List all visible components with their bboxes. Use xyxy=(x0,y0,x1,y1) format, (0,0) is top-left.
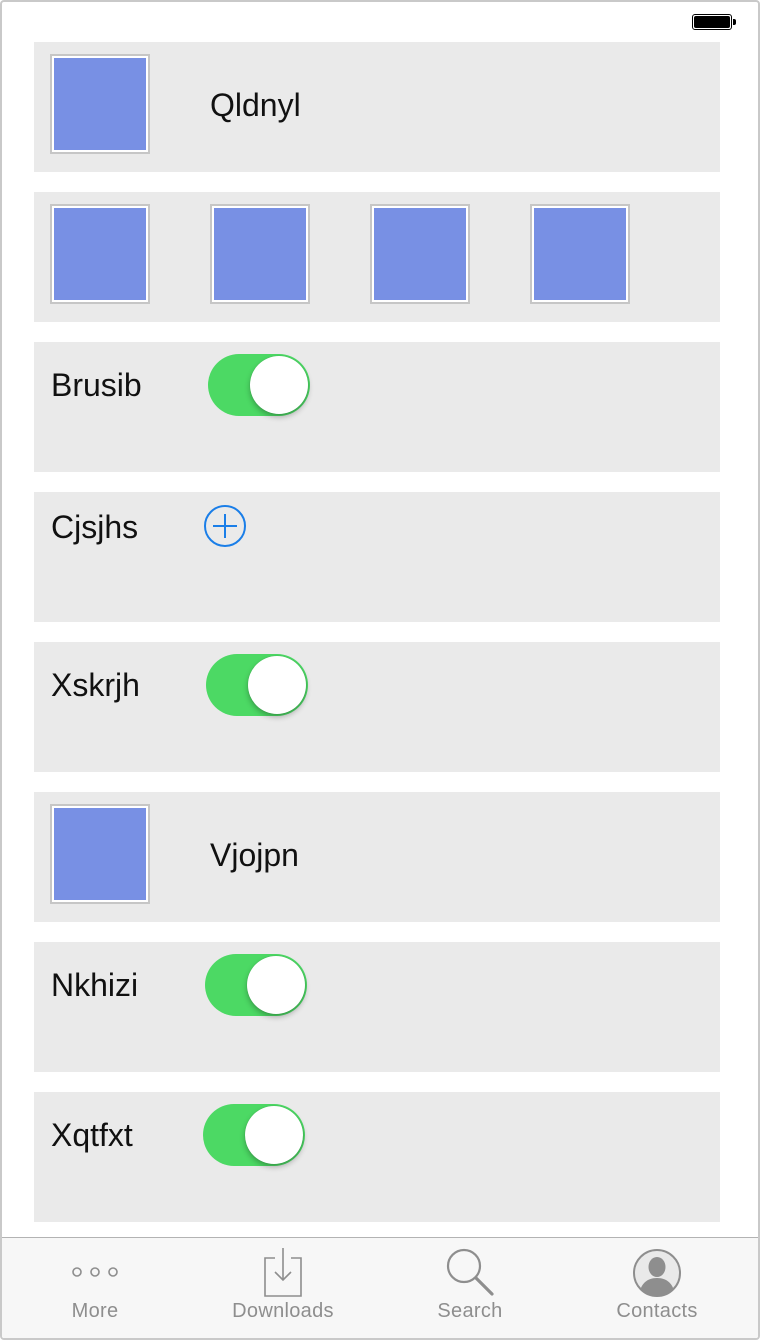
list-item-label: Cjsjhs xyxy=(51,509,139,545)
tab-more[interactable]: More xyxy=(5,1238,185,1338)
list-item-qldnyl[interactable]: Qldnyl xyxy=(34,42,720,172)
tab-contacts[interactable]: Contacts xyxy=(567,1238,747,1338)
list-item-nkhizi: Nkhizi xyxy=(34,942,720,1072)
list-item-label: Nkhizi xyxy=(51,967,139,1003)
app-screen: Qldnyl Brusib Cjsjhs Xskrjh Vjojpn Nkhiz… xyxy=(0,0,760,1340)
tab-label: Contacts xyxy=(616,1300,698,1322)
image-thumbnail[interactable] xyxy=(530,204,630,304)
add-circle-icon[interactable] xyxy=(203,504,247,548)
tab-search[interactable]: Search xyxy=(380,1238,560,1338)
xqtfxt-toggle[interactable] xyxy=(203,1104,305,1166)
image-thumbnail[interactable] xyxy=(370,204,470,304)
image-thumbnail[interactable] xyxy=(50,54,150,154)
list-item-brusib: Brusib xyxy=(34,342,720,472)
image-strip-row xyxy=(34,192,720,322)
image-thumbnail[interactable] xyxy=(210,204,310,304)
list-item-xqtfxt: Xqtfxt xyxy=(34,1092,720,1222)
list-item-label: Qldnyl xyxy=(210,87,301,123)
nkhizi-toggle[interactable] xyxy=(205,954,307,1016)
contacts-icon xyxy=(633,1249,681,1297)
search-icon xyxy=(446,1248,494,1296)
list-item-label: Vjojpn xyxy=(210,837,299,873)
downloads-icon xyxy=(264,1248,302,1297)
list-item-vjojpn[interactable]: Vjojpn xyxy=(34,792,720,922)
image-thumbnail[interactable] xyxy=(50,204,150,304)
list-item-label: Xskrjh xyxy=(51,667,140,703)
list-item-label: Xqtfxt xyxy=(51,1117,133,1153)
brusib-toggle[interactable] xyxy=(208,354,310,416)
tab-downloads[interactable]: Downloads xyxy=(193,1238,373,1338)
xskrjh-toggle[interactable] xyxy=(206,654,308,716)
list-item-label: Brusib xyxy=(51,367,142,403)
list-item-cjsjhs: Cjsjhs xyxy=(34,492,720,622)
battery-full-icon xyxy=(692,14,736,32)
tab-label: Search xyxy=(437,1300,503,1322)
tab-label: More xyxy=(71,1300,119,1322)
image-thumbnail[interactable] xyxy=(50,804,150,904)
tab-bar: More Downloads Search Contacts xyxy=(2,1237,758,1338)
list-item-xskrjh: Xskrjh xyxy=(34,642,720,772)
more-icon xyxy=(72,1267,118,1277)
tab-label: Downloads xyxy=(232,1300,334,1322)
